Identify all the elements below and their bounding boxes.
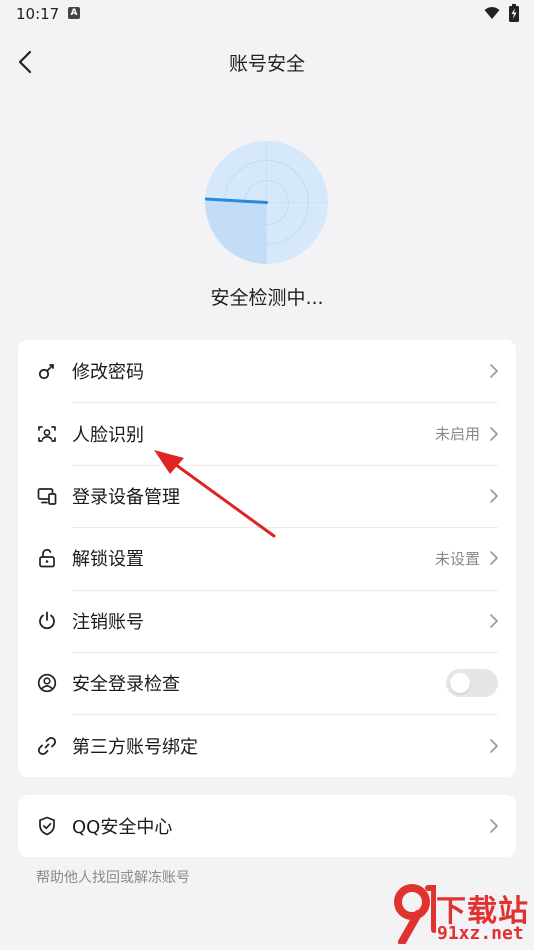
status-bar: 10:17 A: [0, 0, 534, 28]
shield-check-icon: [36, 815, 58, 837]
key-icon: [36, 360, 58, 382]
secure-login-check-toggle[interactable]: [446, 669, 498, 698]
change-password-row[interactable]: 修改密码: [18, 340, 516, 402]
row-label: 人脸识别: [72, 424, 144, 446]
notification-icon: A: [68, 7, 80, 19]
wifi-icon: [484, 7, 500, 19]
qq-security-center-row[interactable]: QQ安全中心: [18, 795, 516, 857]
power-icon: [36, 610, 58, 632]
security-settings-list: 修改密码 人脸识别 未启用 登录设备管理 解锁设置 未设置 注销账号 安全登录检…: [18, 340, 516, 777]
chevron-right-icon: [490, 489, 498, 503]
chevron-right-icon: [490, 613, 498, 628]
security-scan-radar: [205, 141, 328, 264]
third-party-binding-row[interactable]: 第三方账号绑定: [18, 714, 516, 776]
row-label: 登录设备管理: [72, 486, 180, 508]
face-recognition-row[interactable]: 人脸识别 未启用: [18, 402, 516, 464]
chevron-right-icon: [490, 738, 498, 753]
status-time: 10:17: [16, 5, 60, 23]
battery-charging-icon: [509, 4, 519, 22]
unlock-icon: [36, 547, 58, 569]
toggle-knob: [450, 673, 470, 694]
chevron-right-icon: [490, 364, 498, 378]
qq-center-hint: 帮助他人找回或解冻账号: [36, 870, 190, 886]
qq-security-center-card: QQ安全中心: [18, 795, 516, 857]
watermark-logo-icon: [394, 884, 436, 944]
deactivate-account-row[interactable]: 注销账号: [18, 589, 516, 652]
scan-status-text: 安全检测中...: [210, 287, 324, 309]
chevron-right-icon: [490, 551, 498, 566]
user-circle-icon: [36, 672, 58, 694]
chevron-right-icon: [490, 426, 498, 441]
link-icon: [36, 735, 58, 757]
account-security-page: 10:17 A 账号安全 安全检测中... 修改密码 人脸识别 未启用 登录设备…: [0, 0, 534, 950]
row-label: 修改密码: [72, 362, 144, 384]
unlock-settings-row[interactable]: 解锁设置 未设置: [18, 527, 516, 589]
unlock-settings-status: 未设置: [434, 549, 480, 568]
face-scan-icon: [36, 423, 58, 445]
secure-login-check-row: 安全登录检查: [18, 651, 516, 714]
row-label: QQ安全中心: [72, 817, 173, 838]
devices-icon: [36, 485, 58, 507]
watermark-url: 91xz.net: [437, 923, 524, 944]
row-label: 第三方账号绑定: [72, 736, 198, 758]
login-device-management-row[interactable]: 登录设备管理: [18, 464, 516, 527]
face-recognition-status: 未启用: [434, 425, 480, 444]
page-title: 账号安全: [228, 53, 305, 75]
row-label: 安全登录检查: [72, 674, 180, 696]
row-label: 注销账号: [72, 611, 144, 633]
row-label: 解锁设置: [72, 549, 144, 571]
chevron-right-icon: [490, 819, 498, 833]
